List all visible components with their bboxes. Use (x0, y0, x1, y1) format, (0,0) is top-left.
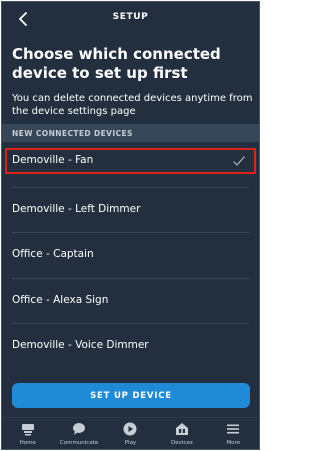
page-title: SETUP (112, 12, 149, 22)
tab-label: More (226, 440, 241, 446)
tab-devices[interactable]: Devices (158, 418, 206, 449)
menu-icon (227, 424, 240, 434)
tab-label: Communicate (59, 440, 99, 446)
set-up-device-button[interactable]: SET UP DEVICE (12, 383, 250, 408)
device-label: Office - Alexa Sign (12, 293, 109, 306)
list-item: Demoville - Fan (2, 142, 259, 188)
setup-screen: SETUP Choose which connected device to s… (1, 1, 260, 450)
device-row[interactable]: Office - Alexa Sign (2, 279, 259, 325)
device-row-selected[interactable]: Demoville - Fan (5, 148, 256, 174)
page-description: You can delete connected devices anytime… (12, 93, 253, 117)
home-icon (21, 424, 34, 436)
tab-label: Home (19, 440, 36, 446)
device-label: Demoville - Voice Dimmer (12, 339, 149, 351)
device-label: Demoville - Fan (12, 154, 94, 166)
device-row[interactable]: Office - Captain (2, 233, 259, 279)
device-row[interactable]: Demoville - Voice Dimmer (2, 324, 259, 370)
devices-icon (175, 423, 188, 435)
header: SETUP (2, 2, 259, 36)
device-row[interactable]: Demoville - Left Dimmer (2, 188, 259, 234)
tab-communicate[interactable]: Communicate (55, 418, 103, 449)
tab-home[interactable]: Home (4, 418, 52, 449)
device-label: Office - Captain (12, 248, 94, 260)
page-heading: Choose which connected device to set up … (12, 45, 221, 82)
chat-bubble-icon (73, 423, 86, 435)
device-label: Demoville - Left Dimmer (12, 202, 141, 215)
checkmark-icon (233, 156, 245, 166)
tab-more[interactable]: More (209, 418, 257, 449)
play-icon (123, 422, 137, 436)
tab-label: Play (124, 440, 137, 446)
section-header: NEW CONNECTED DEVICES (2, 124, 259, 142)
section-label: NEW CONNECTED DEVICES (12, 129, 133, 138)
tab-play[interactable]: Play (106, 418, 154, 449)
tab-label: Devices (171, 440, 193, 446)
device-list: Demoville - Fan Demoville - Left Dimmer … (2, 142, 259, 370)
bottom-tab-bar: Home Communicate Play Devices More (2, 417, 259, 449)
